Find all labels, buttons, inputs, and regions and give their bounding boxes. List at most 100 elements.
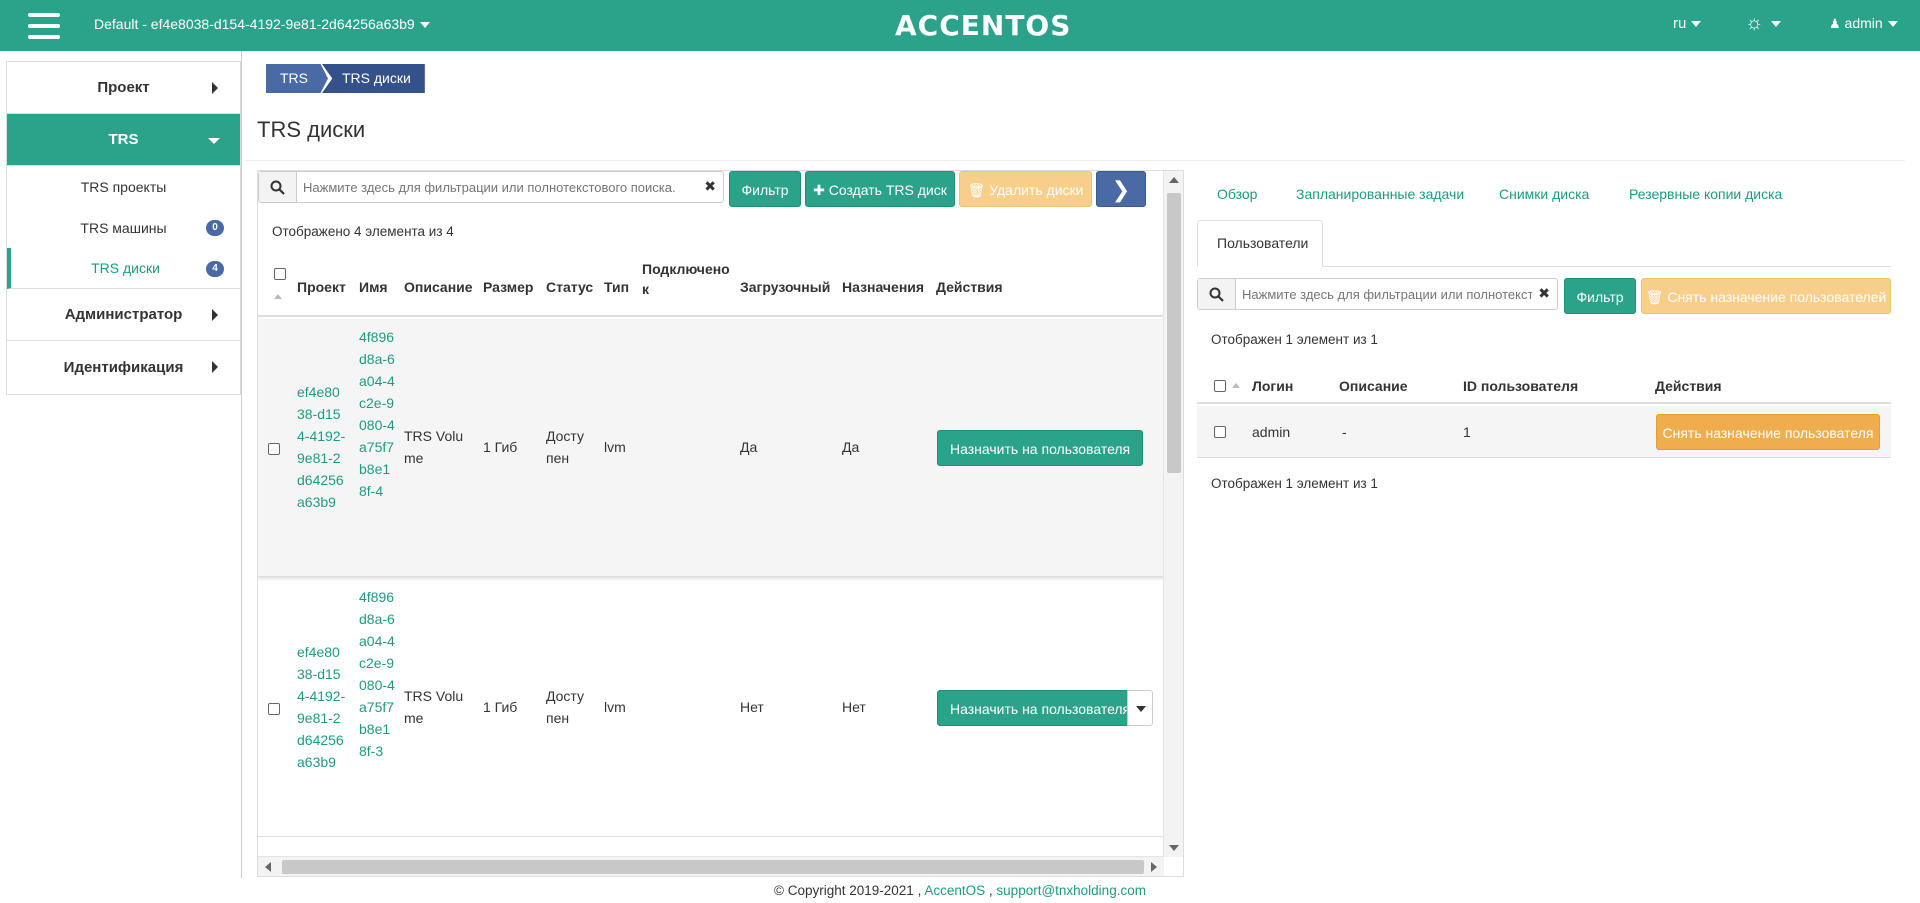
- header-divider: [245, 160, 1905, 161]
- clear-icon[interactable]: ✖: [1538, 285, 1550, 302]
- col-assigned[interactable]: Назначения: [842, 279, 924, 295]
- footer-brand-link[interactable]: AccentOS: [924, 883, 985, 898]
- col-user-actions: Действия: [1655, 378, 1722, 394]
- scroll-thumb[interactable]: [282, 860, 1144, 874]
- assign-user-button[interactable]: Назначить на пользователя: [937, 430, 1144, 466]
- row-type: lvm: [604, 439, 626, 455]
- col-bootable[interactable]: Загрузочный: [740, 279, 830, 295]
- trash-icon: 🗑: [1645, 289, 1664, 305]
- user-id: 1: [1463, 424, 1471, 440]
- sidebar-subitem-trs-disks[interactable]: TRS диски 4: [7, 248, 240, 289]
- user-row-checkbox[interactable]: [1214, 426, 1226, 438]
- project-link[interactable]: ef4e8038-d154-4192-9e81-2d64256a63b9: [297, 644, 345, 770]
- tab-scheduled-tasks[interactable]: Запланированные задачи: [1296, 186, 1464, 202]
- count-badge: 4: [206, 261, 224, 277]
- row-name-link[interactable]: 4f896d8a-6a04-4c2e-9080-4a75f7b8e18f-3: [359, 586, 397, 762]
- sidebar-item-trs[interactable]: TRS: [7, 114, 240, 166]
- horizontal-scrollbar[interactable]: [258, 856, 1164, 876]
- col-name[interactable]: Имя: [359, 279, 388, 295]
- sidebar-subitem-trs-machines[interactable]: TRS машины 0: [7, 207, 240, 248]
- language-selector[interactable]: ru: [1673, 15, 1702, 32]
- scroll-right-icon[interactable]: [1151, 862, 1157, 872]
- col-attached[interactable]: Подключено к: [642, 259, 730, 299]
- col-type[interactable]: Тип: [604, 279, 629, 295]
- chevron-right-icon: [212, 309, 218, 321]
- scroll-down-icon[interactable]: [1169, 845, 1179, 851]
- row-checkbox[interactable]: [268, 443, 280, 455]
- row-checkbox[interactable]: [268, 703, 280, 715]
- users-filter-input[interactable]: [1242, 284, 1532, 304]
- select-all-users-checkbox[interactable]: [1214, 380, 1226, 392]
- breadcrumb: TRS TRS диски: [266, 64, 425, 93]
- sidebar-item-admin[interactable]: Администратор: [7, 289, 240, 341]
- table-toolbar: ✖ Фильтр ✚ Создать TRS диск 🗑 Удалить ди…: [258, 171, 1158, 211]
- select-all-checkbox[interactable]: [274, 268, 286, 280]
- menu-toggle-icon[interactable]: [28, 13, 60, 39]
- chevron-down-icon: [208, 138, 220, 144]
- row-name-link[interactable]: 4f896d8a-6a04-4c2e-9080-4a75f7b8e18f-4: [359, 326, 397, 502]
- filter-search-input[interactable]: [303, 177, 683, 197]
- sidebar-subitem-label: TRS машины: [80, 219, 167, 236]
- sort-asc-icon[interactable]: [274, 294, 282, 299]
- app-logo: ACCENTOS: [895, 9, 1072, 42]
- sidebar-item-identity[interactable]: Идентификация: [7, 341, 240, 393]
- scroll-thumb[interactable]: [1167, 193, 1181, 473]
- users-filter-button[interactable]: Фильтр: [1564, 278, 1636, 314]
- col-size[interactable]: Размер: [483, 279, 533, 295]
- breadcrumb-item-current[interactable]: TRS диски: [322, 64, 425, 93]
- sidebar-item-label: TRS: [108, 131, 139, 148]
- scroll-left-icon[interactable]: [265, 862, 271, 872]
- row-actions-dropdown[interactable]: [1127, 690, 1153, 726]
- search-icon[interactable]: [259, 172, 297, 202]
- project-selector[interactable]: Default - ef4e8038-d154-4192-9e81-2d6425…: [94, 16, 430, 32]
- footer-separator: ,: [988, 883, 993, 898]
- col-project[interactable]: Проект: [297, 279, 346, 295]
- col-actions: Действия: [936, 279, 1003, 295]
- users-table-header: Логин Описание ID пользователя Действия: [1197, 368, 1891, 404]
- row-project-link[interactable]: ef4e8038-d154-4192-9e81-2d64256a63b9: [297, 641, 347, 773]
- create-disk-button[interactable]: ✚ Создать TRS диск: [805, 171, 955, 207]
- unassign-user-button[interactable]: Снять назначение пользователя: [1656, 414, 1880, 450]
- user-description: -: [1342, 424, 1347, 440]
- user-login-link[interactable]: admin: [1252, 421, 1290, 443]
- filter-button[interactable]: Фильтр: [729, 171, 801, 207]
- theme-menu[interactable]: ☼: [1745, 13, 1782, 33]
- chevron-right-icon: ❯: [1111, 177, 1131, 202]
- clear-icon[interactable]: ✖: [704, 178, 716, 195]
- sidebar-item-project[interactable]: Проект: [7, 62, 240, 114]
- search-icon[interactable]: [1198, 279, 1236, 309]
- sidebar-subitem-label: TRS диски: [91, 260, 160, 276]
- unassign-users-button[interactable]: 🗑 Снять назначение пользователей: [1641, 278, 1891, 314]
- col-user-description[interactable]: Описание: [1339, 378, 1408, 394]
- name-link[interactable]: 4f896d8a-6a04-4c2e-9080-4a75f7b8e18f-3: [359, 589, 395, 759]
- sidebar-item-label: Идентификация: [63, 358, 184, 376]
- vertical-scrollbar[interactable]: [1163, 171, 1183, 857]
- unassign-users-label: Снять назначение пользователей: [1667, 289, 1887, 305]
- sidebar-subitem-trs-projects[interactable]: TRS проекты: [7, 166, 240, 207]
- user-menu[interactable]: ♟ admin: [1829, 15, 1898, 32]
- col-user-id[interactable]: ID пользователя: [1463, 378, 1578, 394]
- col-status[interactable]: Статус: [546, 279, 593, 295]
- tab-disk-backups[interactable]: Резервные копии диска: [1629, 186, 1782, 202]
- sort-asc-icon[interactable]: [1232, 383, 1240, 388]
- col-description[interactable]: Описание: [404, 279, 473, 295]
- tab-users[interactable]: Пользователи: [1197, 220, 1323, 267]
- footer-copyright: © Copyright 2019-2021 ,: [774, 883, 922, 898]
- name-link[interactable]: 4f896d8a-6a04-4c2e-9080-4a75f7b8e18f-4: [359, 329, 395, 499]
- col-login[interactable]: Логин: [1252, 378, 1293, 394]
- chevron-down-icon: [1691, 21, 1702, 28]
- tab-overview[interactable]: Обзор: [1217, 186, 1257, 202]
- delete-disks-button[interactable]: 🗑 Удалить диски: [959, 171, 1092, 207]
- chevron-down-icon: [1771, 20, 1782, 27]
- assign-user-button[interactable]: Назначить на пользователя: [937, 690, 1144, 726]
- footer-email-link[interactable]: support@tnxholding.com: [996, 883, 1146, 898]
- users-count-bottom: Отображен 1 элемент из 1: [1211, 476, 1378, 491]
- row-project-link[interactable]: ef4e8038-d154-4192-9e81-2d64256a63b9: [297, 381, 347, 513]
- tab-disk-snapshots[interactable]: Снимки диска: [1499, 186, 1589, 202]
- filter-search-box: ✖: [258, 171, 724, 203]
- breadcrumb-item-trs[interactable]: TRS: [266, 64, 328, 93]
- scroll-up-icon[interactable]: [1169, 177, 1179, 183]
- project-link[interactable]: ef4e8038-d154-4192-9e81-2d64256a63b9: [297, 384, 345, 510]
- sidebar: Проект TRS TRS проекты TRS машины 0 TRS д…: [6, 61, 241, 395]
- next-arrow-button[interactable]: ❯: [1096, 171, 1146, 207]
